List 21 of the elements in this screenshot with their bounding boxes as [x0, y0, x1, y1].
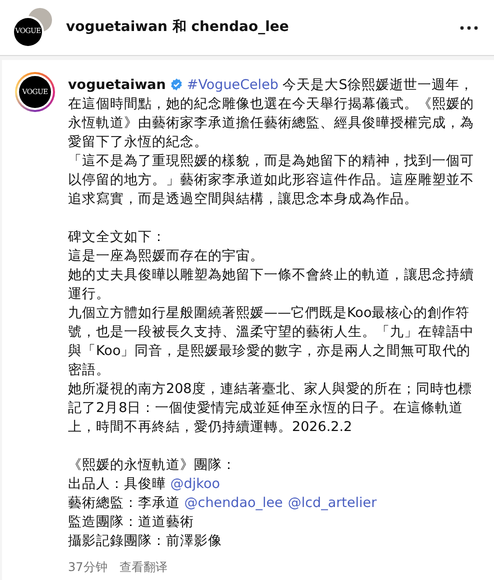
username-link[interactable]: voguetaiwan [68, 77, 166, 93]
caption-text: 藝術總監：李承道 @chendao_lee @lcd_artelier [68, 494, 378, 513]
caption-text: 九個立方體如行星般圍繞著熙媛——它們既是Koo最核心的創作符號，也是一段被長久支持、溫柔守望的藝術人生。「九」在韓語中與「Koo」同音，是熙媛最珍愛的數字，亦是兩人之間無可取代的密語。 [68, 304, 475, 380]
post-time: 37分钟 [68, 559, 108, 576]
caption-text: 監造團隊：道道藝術 [68, 513, 195, 532]
more-options-icon[interactable] [460, 26, 478, 30]
caption-text: 「這不是為了重現熙媛的樣貌，而是為她留下的精神，找到一個可以停留的地方。」藝術家李承道如此形容這件作品。這座雕塑並不追求寫實，而是透過空間與結構，讓思念本身成為作品。 [68, 152, 475, 209]
mention-link[interactable]: @lcd_artelier [288, 495, 377, 511]
mention-link[interactable]: @djkoo [170, 476, 220, 492]
caption-text: 她所凝視的南方208度，連結著臺北、家人與愛的所在；同時也標記了2月8日：一個使愛情完成並延伸至永恆的日子。在這條軌道上，時間不再終結，愛仍持續運轉。2026.2.2 [68, 380, 473, 437]
mention-link[interactable]: #VogueCeleb [186, 77, 278, 93]
caption-text: 她的丈夫具俊曄以雕塑為她留下一條不會終止的軌道，讓思念持續運行。 [68, 266, 475, 304]
caption-text: 碑文全文如下： [68, 228, 167, 247]
translate-link[interactable]: 查看翻译 [119, 558, 168, 577]
caption-text: 攝影記錄團隊：前澤影像 [68, 532, 223, 551]
mention-link[interactable]: @chendao_lee [184, 495, 283, 511]
caption-text: 出品人：具俊曄 @djkoo [68, 475, 221, 494]
caption-text: 這是一座為熙媛而存在的宇宙。 [68, 247, 265, 266]
caption-text: 《熙媛的永恆軌道》團隊： [68, 456, 237, 475]
post-title: voguetaiwan 和 chendao_lee [66, 18, 290, 37]
caption-text: voguetaiwan #VogueCeleb 今天是大S徐熙媛逝世一週年，在這個時間點，她的紀念雕像也選在今天舉行揭幕儀式。《熙媛的永恆軌道》由藝術家李承道擔任藝術總監、經具俊曄授權完成，為愛留下了永恆的紀念。 [68, 76, 475, 152]
